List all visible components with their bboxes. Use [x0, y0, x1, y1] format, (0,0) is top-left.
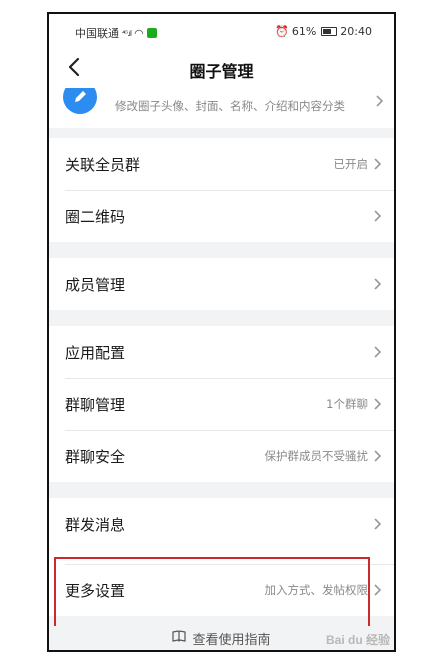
signal-indicator: ⁴ᴳ.ıl	[122, 28, 132, 38]
row-label: 群发消息	[65, 515, 126, 534]
book-icon	[172, 630, 187, 646]
row-group-chat-management[interactable]: 群聊管理 1个群聊	[49, 378, 394, 430]
row-qr-code[interactable]: 圈二维码	[49, 190, 394, 242]
row-label: 关联全员群	[65, 155, 141, 174]
row-linked-group[interactable]: 关联全员群 已开启	[49, 138, 394, 190]
usage-guide-label: 查看使用指南	[192, 632, 271, 648]
chevron-right-icon	[374, 517, 384, 531]
chevron-right-icon	[374, 157, 384, 171]
notification-app-icon	[146, 28, 157, 38]
status-bar: 中国联通 ⁴ᴳ.ıl ◠ ⏰ 61% 20:40	[49, 14, 394, 48]
baidu-watermark: Bai du 经验	[325, 633, 390, 647]
wifi-icon: ◠	[134, 26, 144, 40]
row-label: 更多设置	[65, 581, 126, 600]
page-title: 圈子管理	[189, 62, 254, 81]
row-broadcast-message[interactable]: 群发消息	[49, 498, 394, 550]
status-right: ⏰ 61% 20:40	[275, 25, 372, 38]
row-label: 群聊管理	[65, 395, 126, 414]
clock: 20:40	[340, 25, 372, 38]
chevron-right-icon	[374, 397, 384, 411]
alarm-icon: ⏰	[275, 25, 289, 38]
nav-bar: 圈子管理	[49, 48, 394, 88]
chevron-right-icon	[376, 92, 384, 111]
battery-icon	[321, 27, 338, 36]
row-member-management[interactable]: 成员管理	[49, 258, 394, 310]
settings-section-2: 成员管理	[49, 258, 394, 310]
row-label: 成员管理	[65, 275, 126, 294]
chevron-right-icon	[374, 449, 384, 463]
chevron-right-icon	[374, 583, 384, 597]
chevron-right-icon	[374, 345, 384, 359]
settings-section-3: 应用配置 群聊管理 1个群聊 群聊安全 保护群成员不受骚扰	[49, 326, 394, 482]
row-group-chat-security[interactable]: 群聊安全 保护群成员不受骚扰	[49, 430, 394, 482]
row-more-settings[interactable]: 更多设置 加入方式、发帖权限	[49, 564, 394, 616]
row-value: 保护群成员不受骚扰	[264, 449, 369, 463]
settings-section-1: 关联全员群 已开启 圈二维码	[49, 138, 394, 242]
battery-percent: 61%	[291, 25, 317, 38]
status-left: 中国联通 ⁴ᴳ.ıl ◠	[75, 25, 157, 41]
row-label: 群聊安全	[65, 447, 126, 466]
profile-edit-row[interactable]: 修改圈子头像、封面、名称、介绍和内容分类	[49, 88, 394, 128]
chevron-right-icon	[374, 209, 384, 223]
row-label: 应用配置	[65, 343, 126, 362]
carrier-label: 中国联通	[75, 27, 119, 40]
row-app-config[interactable]: 应用配置	[49, 326, 394, 378]
settings-section-4: 群发消息 更多设置 加入方式、发帖权限	[49, 498, 394, 616]
row-value: 1个群聊	[326, 397, 368, 411]
phone-screen: 中国联通 ⁴ᴳ.ıl ◠ ⏰ 61% 20:40 圈子管理 修改圈子头像、封面、…	[47, 12, 396, 652]
row-label: 圈二维码	[65, 207, 126, 226]
edit-pen-icon	[63, 88, 97, 114]
row-value: 加入方式、发帖权限	[264, 583, 369, 597]
chevron-right-icon	[374, 277, 384, 291]
row-value: 已开启	[333, 157, 369, 171]
profile-description: 修改圈子头像、封面、名称、介绍和内容分类	[115, 99, 345, 113]
